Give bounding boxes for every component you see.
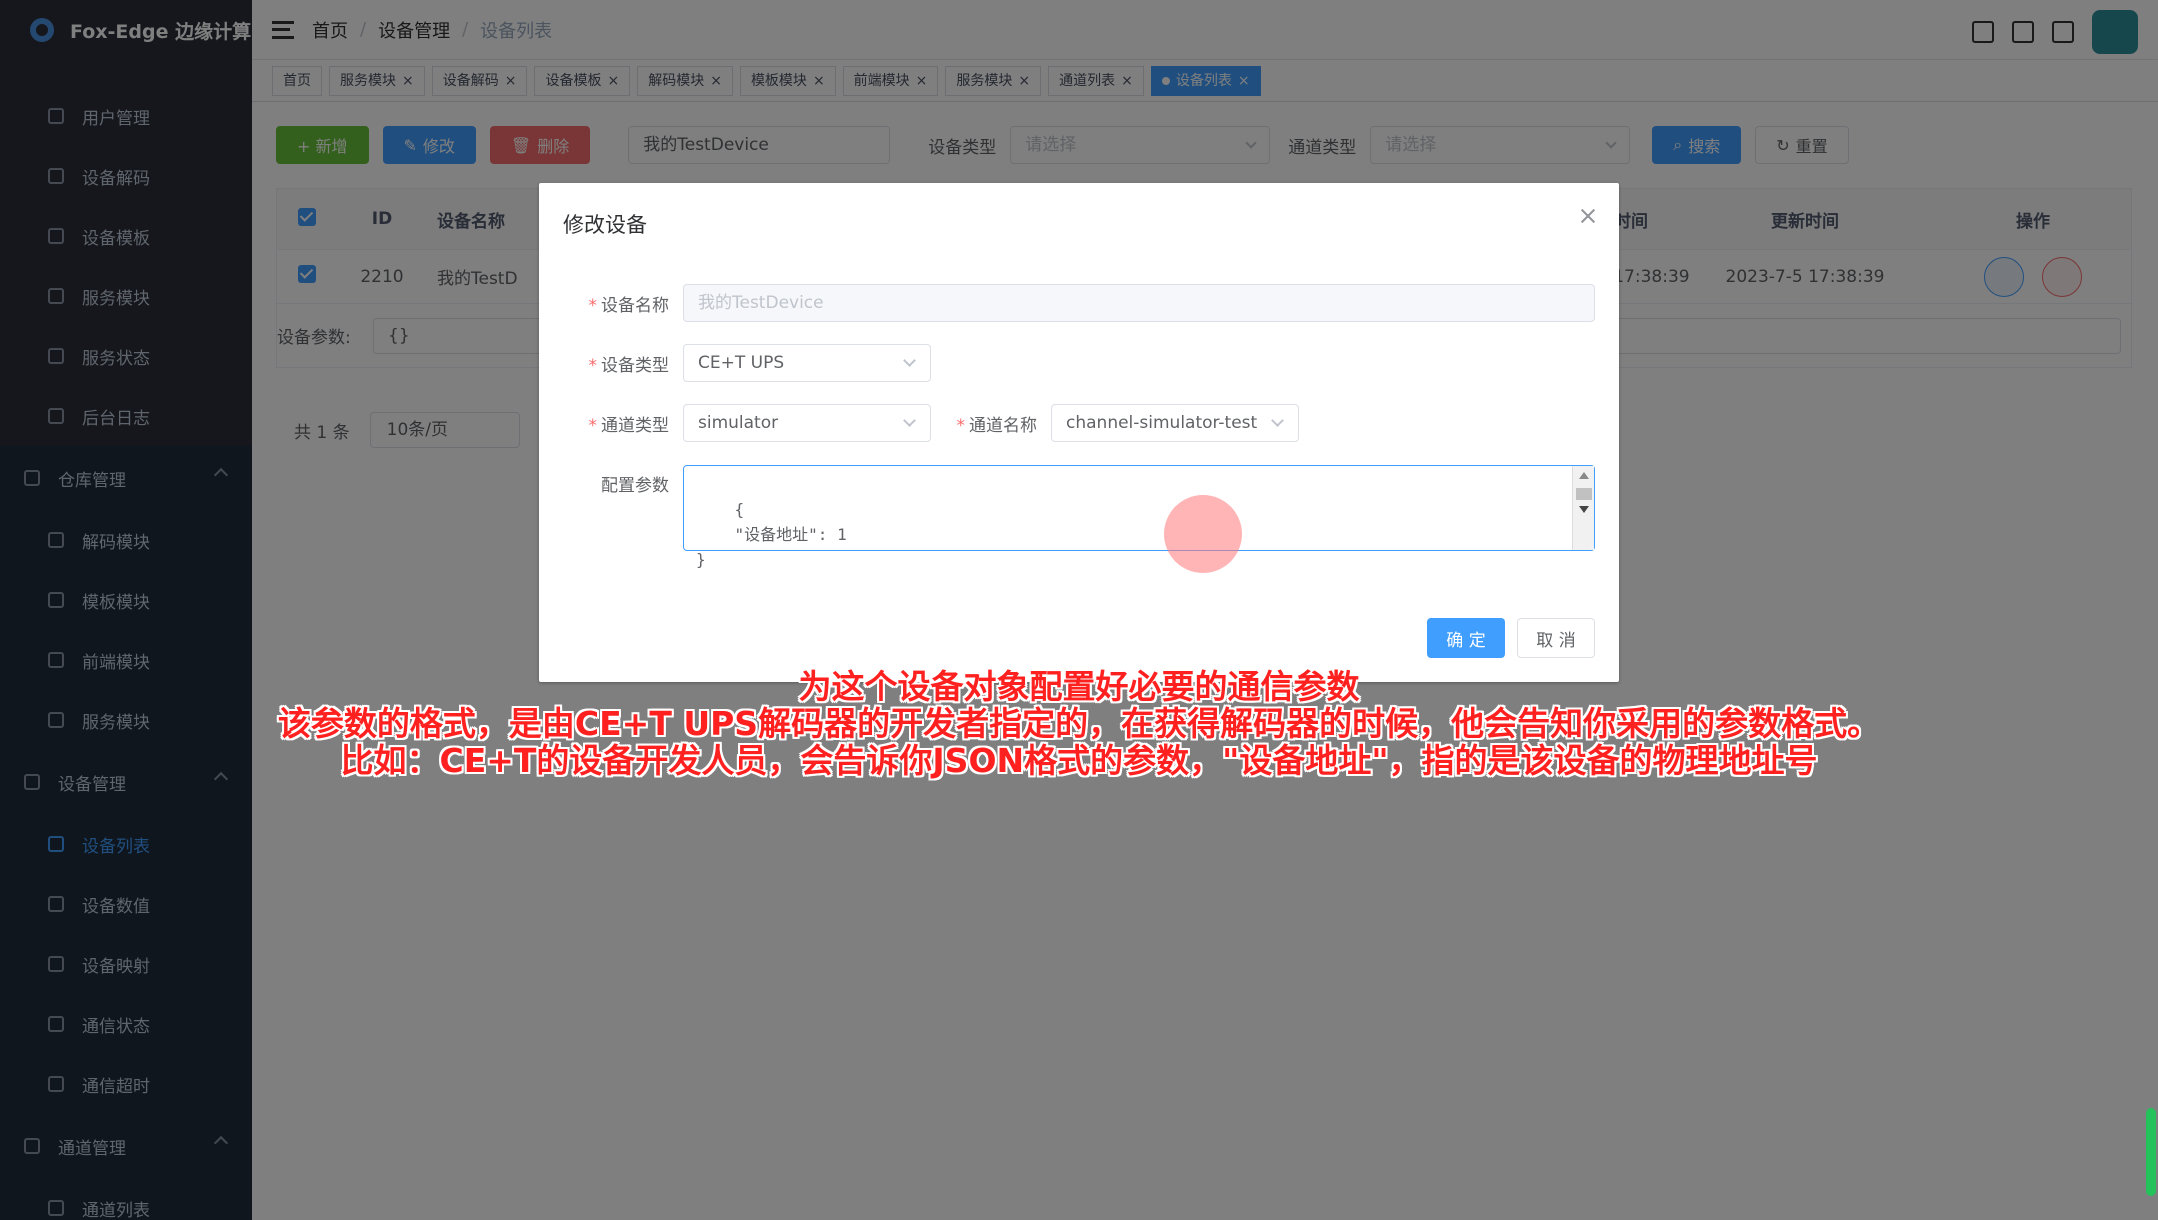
select-value: CE+T UPS bbox=[698, 353, 785, 373]
subtitle-line-2: 该参数的格式，是由CE+T UPS解码器的开发者指定的，在获得解码器的时候，他会… bbox=[277, 704, 1881, 743]
device-name-field[interactable]: 我的TestDevice bbox=[683, 284, 1595, 322]
chevron-down-icon bbox=[903, 414, 916, 427]
label-text: 设备名称 bbox=[601, 295, 669, 316]
form-row-device-name: * 设备名称 我的TestDevice bbox=[553, 284, 1595, 322]
textarea-scrollbar[interactable] bbox=[1572, 466, 1594, 550]
channel-name-select[interactable]: channel-simulator-test bbox=[1051, 404, 1299, 442]
scroll-down-icon[interactable] bbox=[1579, 506, 1589, 513]
channel-type-select[interactable]: simulator bbox=[683, 404, 931, 442]
device-type-label: * 设备类型 bbox=[588, 355, 670, 376]
form-row-device-type: * 设备类型 CE+T UPS bbox=[553, 344, 931, 382]
device-type-select[interactable]: CE+T UPS bbox=[683, 344, 931, 382]
click-indicator bbox=[1164, 495, 1242, 573]
close-icon[interactable] bbox=[1579, 207, 1597, 225]
label-text: 通道类型 bbox=[601, 415, 669, 436]
device-name-label: * 设备名称 bbox=[588, 295, 670, 316]
video-subtitles: 为这个设备对象配置好必要的通信参数 该参数的格式，是由CE+T UPS解码器的开… bbox=[0, 668, 2158, 779]
edit-device-dialog: 修改设备 * 设备名称 我的TestDevice * 设备类型 CE+T UPS *… bbox=[539, 183, 1619, 682]
label-text: 设备类型 bbox=[601, 355, 669, 376]
label-text: 通道名称 bbox=[969, 415, 1037, 436]
scroll-thumb[interactable] bbox=[1576, 488, 1592, 500]
chevron-down-icon bbox=[1271, 414, 1284, 427]
subtitle-line-1: 为这个设备对象配置好必要的通信参数 bbox=[798, 667, 1360, 706]
confirm-button[interactable]: 确 定 bbox=[1427, 618, 1505, 658]
config-params-textarea[interactable]: { "设备地址": 1 } bbox=[683, 465, 1595, 569]
scroll-up-icon[interactable] bbox=[1579, 472, 1589, 479]
subtitle-line-3: 比如：CE+T的设备开发人员，会告诉你JSON格式的参数，"设备地址"，指的是该… bbox=[340, 741, 1818, 780]
form-row-channel-name: * 通道名称 channel-simulator-test bbox=[931, 404, 1299, 442]
form-row-config-label: 配置参数 bbox=[553, 471, 683, 496]
select-value: simulator bbox=[698, 413, 779, 433]
select-value: channel-simulator-test bbox=[1066, 413, 1258, 433]
dialog-title: 修改设备 bbox=[563, 213, 647, 237]
cancel-button[interactable]: 取 消 bbox=[1517, 618, 1595, 658]
scroll-indicator bbox=[2146, 1108, 2156, 1196]
channel-name-label: * 通道名称 bbox=[956, 415, 1038, 436]
config-params-label: 配置参数 bbox=[601, 476, 669, 496]
channel-type-label: * 通道类型 bbox=[588, 415, 670, 436]
chevron-down-icon bbox=[903, 354, 916, 367]
config-params-value: { "设备地址": 1 } bbox=[696, 500, 847, 569]
form-row-channel-type: * 通道类型 simulator bbox=[553, 404, 931, 442]
